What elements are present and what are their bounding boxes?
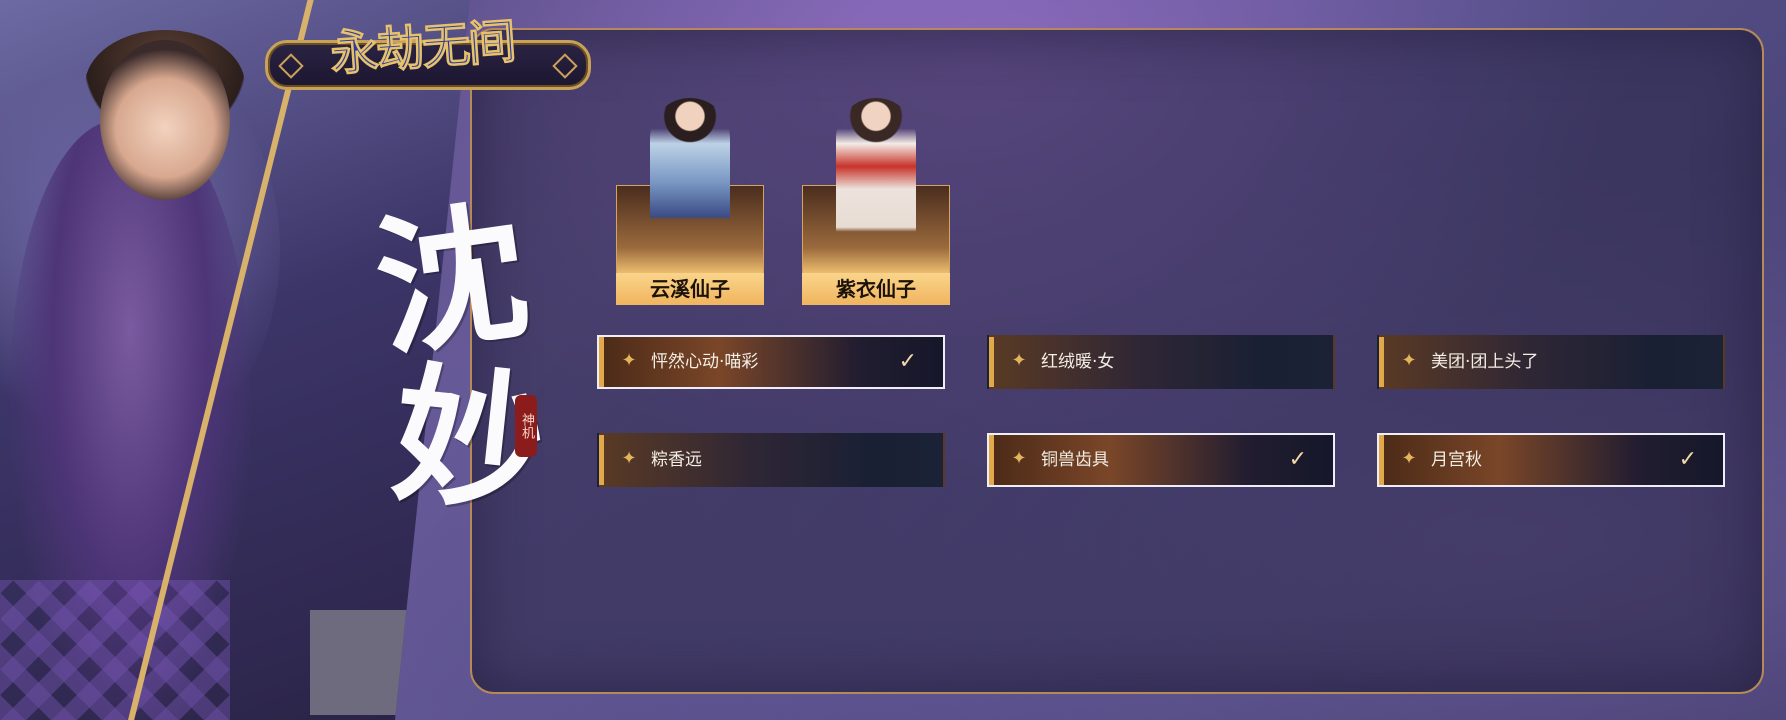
accent-bar bbox=[989, 337, 994, 387]
diamond-pattern bbox=[0, 580, 230, 720]
sparkle-icon: ✦ bbox=[1401, 350, 1417, 371]
item-card-4[interactable]: ✦ 粽香远 bbox=[597, 433, 945, 487]
character-name: 云溪仙子 bbox=[616, 273, 764, 305]
character-figure bbox=[650, 98, 730, 250]
item-card-1[interactable]: ✦ 怦然心动·喵彩 ✓ bbox=[597, 335, 945, 389]
check-icon: ✓ bbox=[1288, 447, 1307, 472]
ornament-icon bbox=[278, 53, 304, 79]
accent-bar bbox=[599, 435, 604, 485]
character-card-2[interactable]: 紫衣仙子 bbox=[802, 98, 950, 305]
item-label: 铜兽齿具 bbox=[1041, 450, 1109, 470]
sparkle-icon: ✦ bbox=[1011, 448, 1027, 469]
sparkle-icon: ✦ bbox=[1011, 350, 1027, 371]
item-card-6[interactable]: ✦ 月宫秋 ✓ bbox=[1377, 433, 1725, 487]
character-figure bbox=[836, 98, 916, 250]
item-label: 美团·团上头了 bbox=[1431, 352, 1539, 372]
item-card-2[interactable]: ✦ 红绒暖·女 bbox=[987, 335, 1335, 389]
accent-bar bbox=[989, 435, 994, 485]
character-card-1[interactable]: 云溪仙子 bbox=[616, 98, 764, 305]
item-card-3[interactable]: ✦ 美团·团上头了 bbox=[1377, 335, 1725, 389]
accent-bar bbox=[599, 337, 604, 387]
character-head bbox=[100, 40, 230, 200]
check-icon: ✓ bbox=[1678, 447, 1697, 472]
main-panel: 云溪仙子 紫衣仙子 ✦ 怦然心动·喵彩 ✓ ✦ 红绒暖·女 ✦ 美团·团上头了 … bbox=[470, 28, 1764, 694]
check-icon: ✓ bbox=[898, 349, 917, 374]
placeholder-block bbox=[310, 610, 410, 715]
hero-name-calligraphy: 沈 妙 bbox=[365, 160, 575, 536]
item-card-5[interactable]: ✦ 铜兽齿具 ✓ bbox=[987, 433, 1335, 487]
item-label: 月宫秋 bbox=[1431, 450, 1482, 470]
item-label: 红绒暖·女 bbox=[1041, 352, 1115, 372]
accent-bar bbox=[1379, 435, 1384, 485]
sparkle-icon: ✦ bbox=[1401, 448, 1417, 469]
item-label: 怦然心动·喵彩 bbox=[651, 352, 759, 372]
hero-seal: 神机 bbox=[515, 395, 537, 457]
sparkle-icon: ✦ bbox=[621, 448, 637, 469]
ornament-icon bbox=[552, 53, 578, 79]
game-logo-text: 永劫无间 bbox=[328, 13, 517, 83]
accent-bar bbox=[1379, 337, 1384, 387]
item-label: 粽香远 bbox=[651, 450, 702, 470]
sparkle-icon: ✦ bbox=[621, 350, 637, 371]
character-name: 紫衣仙子 bbox=[802, 273, 950, 305]
